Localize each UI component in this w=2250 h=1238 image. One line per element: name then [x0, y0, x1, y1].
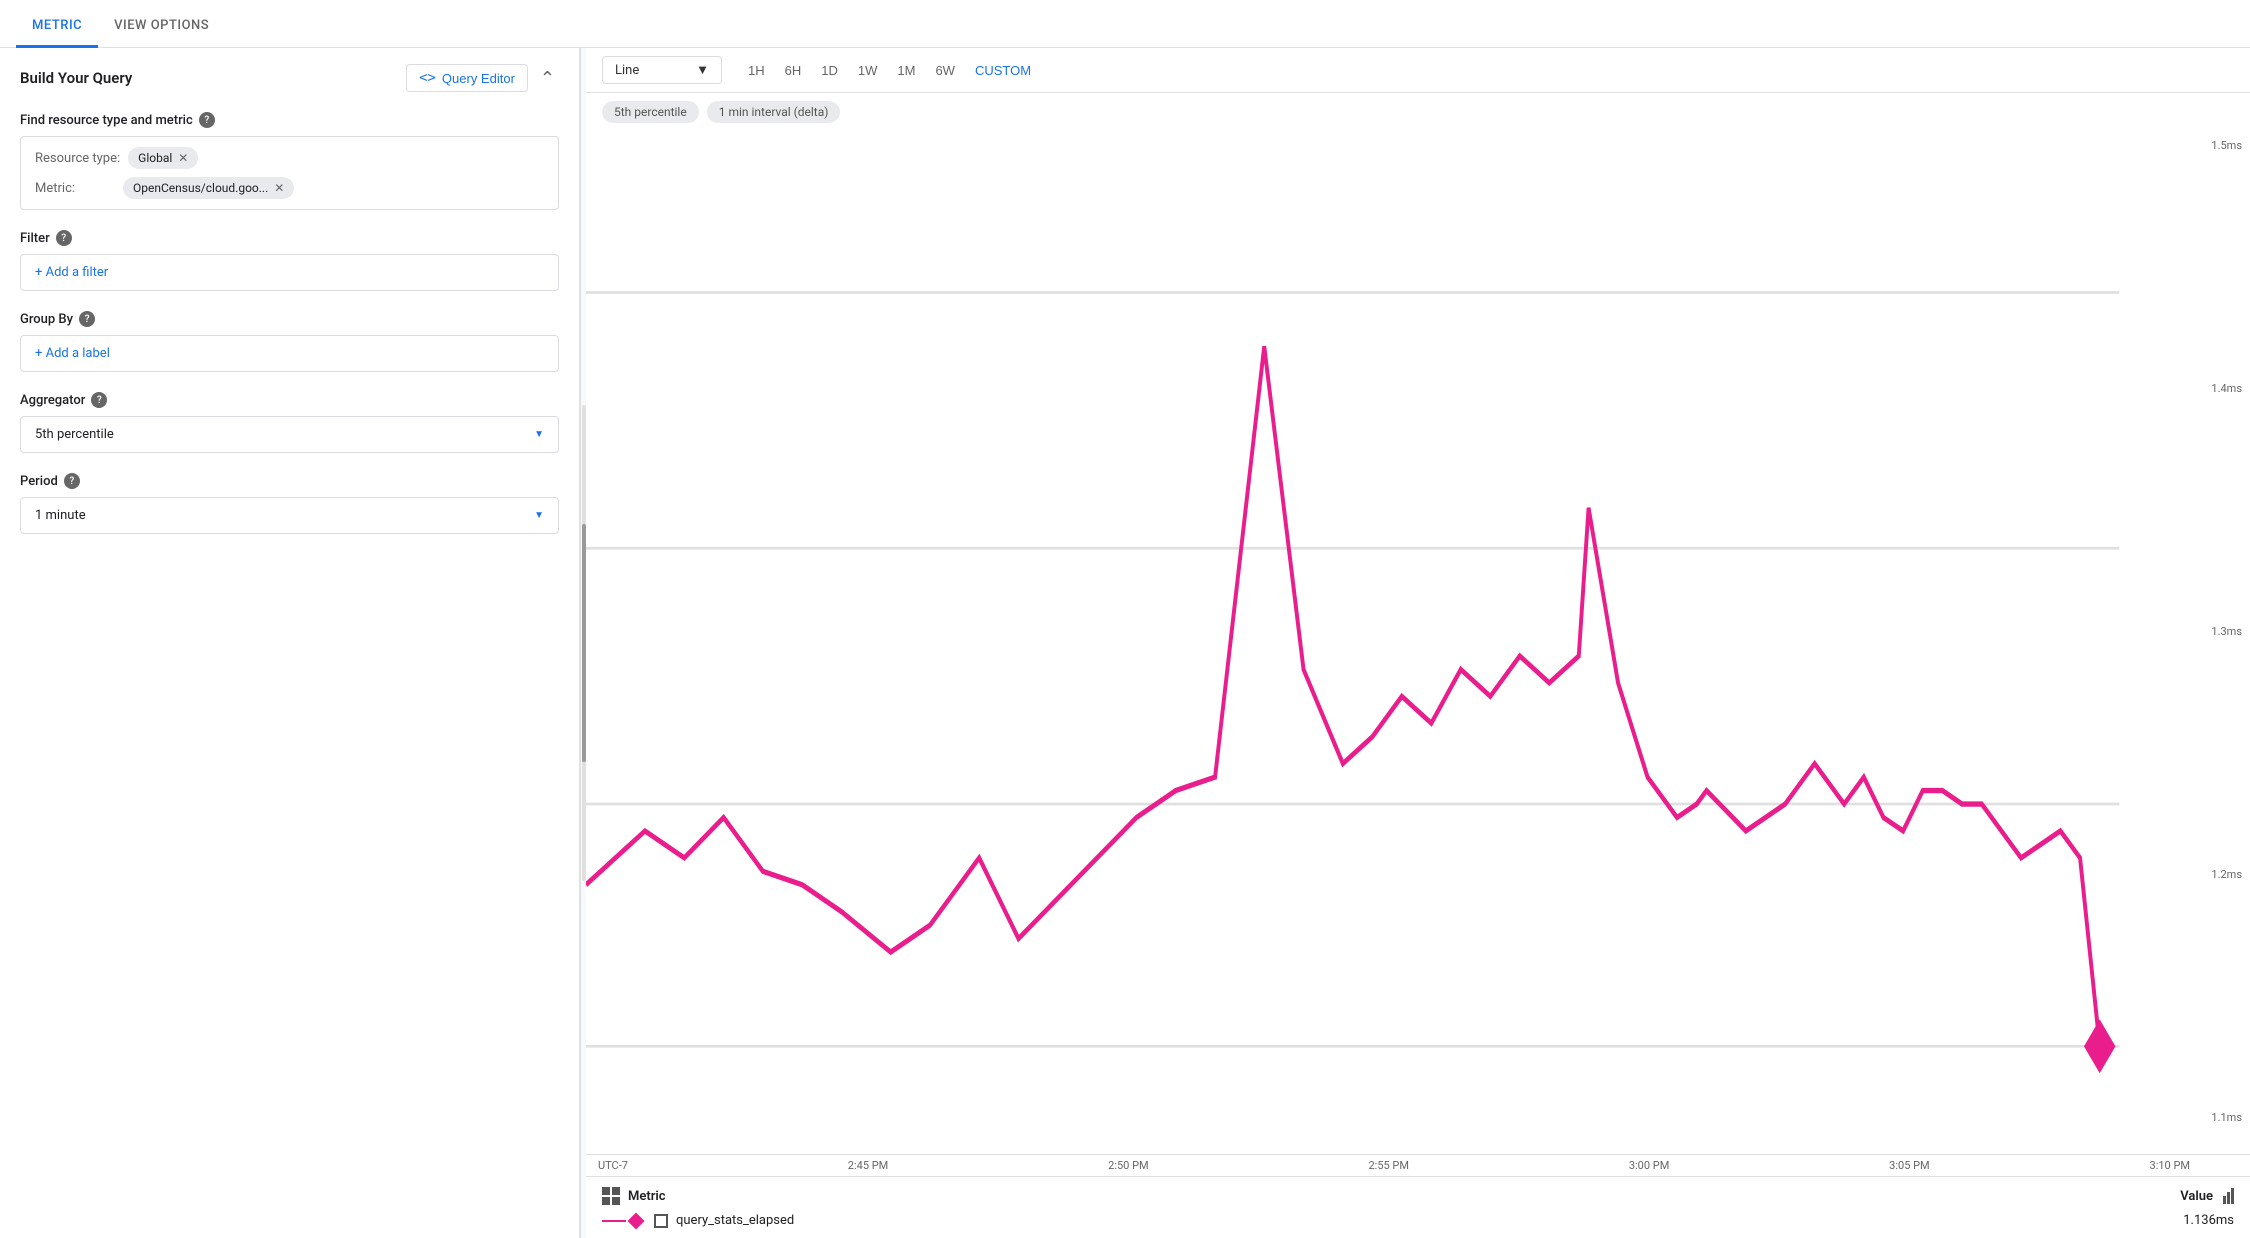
right-panel: Line ▼ 1H 6H 1D 1W 1M 6W CUSTOM 5th perc…: [586, 48, 2250, 1238]
chart-filter-chips: 5th percentile 1 min interval (delta): [586, 93, 2250, 131]
aggregator-value: 5th percentile: [35, 427, 114, 442]
time-btn-6w[interactable]: 6W: [925, 57, 965, 84]
metric-chip[interactable]: OpenCensus/cloud.goo... ✕: [123, 177, 294, 199]
metric-close[interactable]: ✕: [274, 181, 284, 195]
code-icon: <>: [419, 70, 436, 86]
legend-line-indicator: [602, 1215, 642, 1227]
time-btn-1h[interactable]: 1H: [738, 57, 775, 84]
chart-and-axes: 1.5ms 1.4ms 1.3ms 1.2ms 1.1ms: [586, 131, 2250, 1154]
query-editor-label: Query Editor: [442, 71, 515, 86]
legend-metric-value: 1.136ms: [2183, 1213, 2234, 1228]
time-btn-1d[interactable]: 1D: [811, 57, 848, 84]
aggregator-arrow-icon: ▼: [534, 429, 544, 440]
resource-box: Resource type: Global ✕ Metric: OpenCens…: [20, 136, 559, 210]
period-arrow-icon: ▼: [534, 510, 544, 521]
group-by-label: Group By ?: [20, 311, 559, 327]
chart-type-arrow-icon: ▼: [696, 62, 709, 78]
chart-wrapper: 1.5ms 1.4ms 1.3ms 1.2ms 1.1ms UTC-7 2:45…: [586, 131, 2250, 1176]
metric-row: Metric: OpenCensus/cloud.goo... ✕: [35, 177, 544, 199]
resource-type-chip[interactable]: Global ✕: [128, 147, 198, 169]
resource-type-row: Resource type: Global ✕: [35, 147, 544, 169]
time-btn-custom[interactable]: CUSTOM: [965, 57, 1041, 84]
resource-type-close[interactable]: ✕: [178, 151, 188, 165]
tab-bar: METRIC VIEW OPTIONS: [0, 0, 2250, 48]
y-label-3: 1.3ms: [2202, 625, 2242, 638]
x-axis: UTC-7 2:45 PM 2:50 PM 2:55 PM 3:00 PM 3:…: [586, 1154, 2250, 1176]
y-axis: 1.5ms 1.4ms 1.3ms 1.2ms 1.1ms: [2198, 131, 2250, 1154]
build-query-title: Build Your Query: [20, 69, 132, 87]
resource-help-icon[interactable]: ?: [199, 112, 215, 128]
time-btn-1m[interactable]: 1M: [887, 57, 925, 84]
left-panel: Build Your Query <> Query Editor ⌃ Find …: [0, 48, 580, 1238]
period-value: 1 minute: [35, 508, 86, 523]
group-by-help-icon[interactable]: ?: [79, 311, 95, 327]
filter-section-label: Filter ?: [20, 230, 559, 246]
legend-row: query_stats_elapsed 1.136ms: [602, 1213, 2234, 1228]
x-label-3: 2:55 PM: [1368, 1159, 1408, 1172]
aggregator-select[interactable]: 5th percentile ▼: [20, 416, 559, 453]
y-label-5: 1.1ms: [2202, 1111, 2242, 1124]
x-label-1: 2:45 PM: [848, 1159, 888, 1172]
legend-value-header: Value: [2180, 1188, 2234, 1204]
x-label-5: 3:05 PM: [1889, 1159, 1929, 1172]
period-select[interactable]: 1 minute ▼: [20, 497, 559, 534]
group-by-section: Group By ? + Add a label: [20, 311, 559, 372]
x-label-0: UTC-7: [598, 1159, 628, 1172]
chart-toolbar: Line ▼ 1H 6H 1D 1W 1M 6W CUSTOM: [586, 48, 2250, 93]
chart-type-select[interactable]: Line ▼: [602, 56, 722, 84]
resource-section: Find resource type and metric ? Resource…: [20, 112, 559, 210]
x-label-6: 3:10 PM: [2150, 1159, 2190, 1172]
add-label-button[interactable]: + Add a label: [20, 335, 559, 372]
filter-section: Filter ? + Add a filter: [20, 230, 559, 291]
aggregator-section: Aggregator ? 5th percentile ▼: [20, 392, 559, 453]
chart-legend: Metric Value: [586, 1176, 2250, 1238]
legend-line-bar: [602, 1220, 626, 1222]
query-editor-button[interactable]: <> Query Editor: [406, 64, 528, 92]
add-filter-button[interactable]: + Add a filter: [20, 254, 559, 291]
collapse-button[interactable]: ⌃: [536, 68, 559, 89]
aggregator-label: Aggregator ?: [20, 392, 559, 408]
y-label-4: 1.2ms: [2202, 868, 2242, 881]
chart-svg-container: [586, 131, 2198, 1154]
build-query-header: Build Your Query <> Query Editor ⌃: [20, 64, 559, 92]
period-section: Period ? 1 minute ▼: [20, 473, 559, 534]
legend-metric-name: query_stats_elapsed: [676, 1213, 794, 1228]
legend-square-icon: [654, 1214, 668, 1228]
filter-chip-interval[interactable]: 1 min interval (delta): [707, 101, 841, 123]
resource-section-label: Find resource type and metric ?: [20, 112, 559, 128]
filter-help-icon[interactable]: ?: [56, 230, 72, 246]
resource-type-key: Resource type:: [35, 151, 120, 166]
time-btn-6h[interactable]: 6H: [775, 57, 812, 84]
grid-icon: [602, 1187, 620, 1205]
tab-metric[interactable]: METRIC: [16, 6, 98, 48]
aggregator-help-icon[interactable]: ?: [91, 392, 107, 408]
x-label-4: 3:00 PM: [1629, 1159, 1669, 1172]
y-label-1: 1.5ms: [2202, 139, 2242, 152]
main-content: Build Your Query <> Query Editor ⌃ Find …: [0, 48, 2250, 1238]
legend-metric-header: Metric: [602, 1187, 666, 1205]
filter-chip-percentile[interactable]: 5th percentile: [602, 101, 699, 123]
chart-svg: [586, 131, 2198, 1154]
legend-diamond-icon: [628, 1212, 645, 1229]
time-btn-1w[interactable]: 1W: [848, 57, 888, 84]
chart-type-value: Line: [615, 63, 639, 78]
legend-header: Metric Value: [602, 1187, 2234, 1205]
y-label-2: 1.4ms: [2202, 382, 2242, 395]
metric-key: Metric:: [35, 181, 115, 196]
x-label-2: 2:50 PM: [1108, 1159, 1148, 1172]
bars-icon: [2223, 1188, 2234, 1204]
period-help-icon[interactable]: ?: [64, 473, 80, 489]
period-label: Period ?: [20, 473, 559, 489]
legend-row-left: query_stats_elapsed: [602, 1213, 794, 1228]
tab-view-options[interactable]: VIEW OPTIONS: [98, 6, 225, 48]
